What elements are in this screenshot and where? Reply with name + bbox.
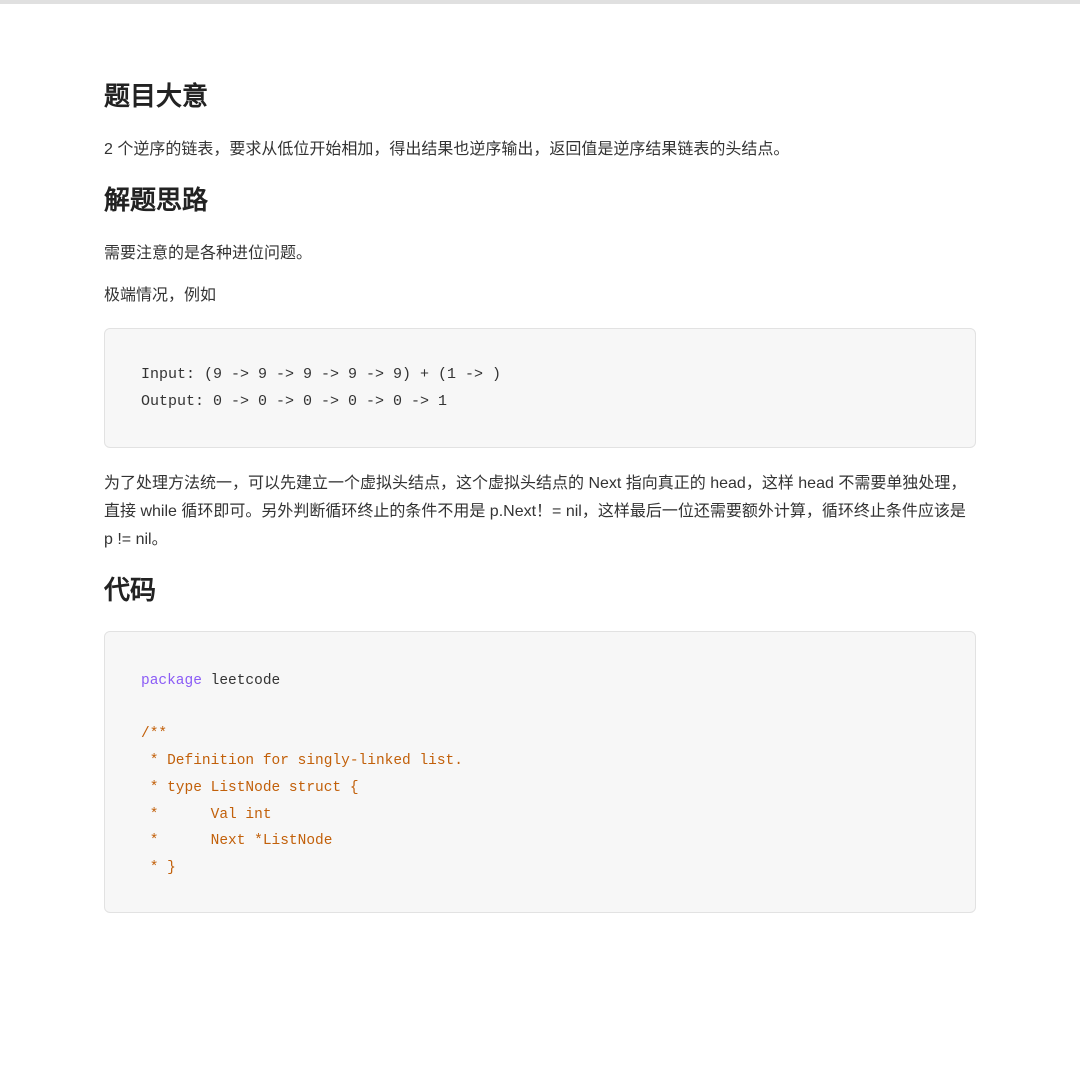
section-desc-2-3: 为了处理方法统一，可以先建立一个虚拟头结点，这个虚拟头结点的 Next 指向真正… xyxy=(104,470,976,554)
section-desc-2-2: 极端情况，例如 xyxy=(104,282,976,310)
main-content: 题目大意 2 个逆序的链表，要求从低位开始相加，得出结果也逆序输出，返回值是逆序… xyxy=(50,4,1030,973)
example-line-1: Input: (9 -> 9 -> 9 -> 9 -> 9) + (1 -> ) xyxy=(141,366,501,383)
keyword-package: package xyxy=(141,673,202,689)
example-code-block: Input: (9 -> 9 -> 9 -> 9 -> 9) + (1 -> )… xyxy=(104,328,976,448)
comment-line-3: * type ListNode struct { xyxy=(141,780,359,796)
code-package-name: leetcode xyxy=(202,673,280,689)
example-line-2: Output: 0 -> 0 -> 0 -> 0 -> 0 -> 1 xyxy=(141,393,447,410)
section-title-1: 题目大意 xyxy=(104,74,976,118)
section-title-3: 代码 xyxy=(104,568,976,612)
section-desc-1: 2 个逆序的链表，要求从低位开始相加，得出结果也逆序输出，返回值是逆序结果链表的… xyxy=(104,136,976,164)
section-desc-2-1: 需要注意的是各种进位问题。 xyxy=(104,240,976,268)
comment-line-2: * Definition for singly-linked list. xyxy=(141,753,463,769)
section-title-2: 解题思路 xyxy=(104,178,976,222)
main-code-block: package leetcode /** * Definition for si… xyxy=(104,631,976,914)
comment-line-6: * } xyxy=(141,860,176,876)
comment-line-4: * Val int xyxy=(141,807,272,823)
comment-line-1: /** xyxy=(141,726,167,742)
comment-line-5: * Next *ListNode xyxy=(141,833,332,849)
